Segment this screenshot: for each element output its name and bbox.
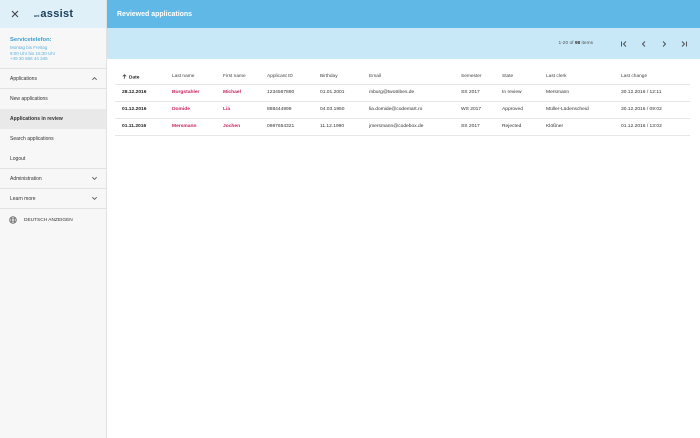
- cell-date: 28.12.2016: [115, 83, 165, 101]
- column-header-last-change[interactable]: Last change: [614, 70, 690, 84]
- next-page-button[interactable]: [659, 39, 669, 49]
- table-header-row: Date Last name First name Applicant ID B…: [115, 70, 690, 84]
- table-row[interactable]: 28.12.2016 Burgstahler Michael 123456789…: [115, 83, 690, 101]
- column-header-last-clerk[interactable]: Last clerk: [539, 70, 614, 84]
- cell-applicant-id: 0987654321: [260, 117, 313, 136]
- cell-birthday: 01.01.2001: [313, 83, 362, 101]
- nav-item-label: Applications in review: [10, 116, 63, 122]
- pagination-range: 1-20: [558, 41, 569, 46]
- cell-birthday: 04.03.1950: [313, 100, 362, 118]
- service-phone[interactable]: +49 30 666 44 345: [10, 56, 106, 62]
- prev-page-button[interactable]: [639, 39, 649, 49]
- language-switch-label: DEUTSCH ANZEIGEN: [24, 217, 73, 223]
- cell-last-clerk: Klößner: [539, 117, 614, 136]
- pagination-info: 1-20 of 98 items: [559, 41, 593, 46]
- nav-group-administration-label: Administration: [10, 175, 42, 182]
- column-header-state[interactable]: State: [495, 70, 539, 84]
- column-header-label: Date: [129, 75, 140, 80]
- nav-item-label: New applications: [10, 96, 48, 102]
- chevron-down-icon: [90, 195, 98, 203]
- cell-first-name[interactable]: Lia: [216, 100, 260, 118]
- nav-item-new-applications[interactable]: New applications: [0, 89, 106, 109]
- close-icon[interactable]: [10, 9, 20, 19]
- column-header-email[interactable]: Email: [362, 70, 454, 84]
- logo-main: assist: [40, 7, 74, 20]
- nav-item-label: Search applications: [10, 136, 54, 142]
- cell-date: 01.11.2016: [115, 117, 165, 136]
- nav-item-applications-in-review[interactable]: Applications in review: [0, 109, 106, 129]
- column-header-last-name[interactable]: Last name: [165, 70, 216, 84]
- table-row[interactable]: 01.11.2016 Mersmann Jochen 0987654321 11…: [115, 117, 690, 136]
- cell-first-name[interactable]: Michael: [216, 83, 260, 101]
- cell-date: 01.12.2016: [115, 100, 165, 118]
- service-title: Servicetelefon:: [10, 37, 52, 43]
- sidebar-header: uni assist: [0, 0, 106, 28]
- column-header-semester[interactable]: Semester: [454, 70, 495, 84]
- cell-last-change: 30.12.2016 / 12:11: [614, 83, 690, 101]
- cell-last-clerk: Müller-Lüdenscheid: [539, 100, 614, 118]
- pagination-bar: 1-20 of 98 items: [107, 28, 700, 59]
- page-title: Reviewed applications: [117, 10, 193, 18]
- nav-group-applications[interactable]: Applications: [0, 69, 106, 89]
- cell-semester: WS 2017: [454, 100, 495, 118]
- globe-icon: [9, 216, 17, 224]
- nav-group-administration[interactable]: Administration: [0, 169, 106, 189]
- cell-applicant-id: 1234567890: [260, 83, 313, 101]
- service-info: Servicetelefon: Montag bis Freitag 9:00 …: [0, 28, 106, 69]
- prev-page-icon: [641, 40, 646, 47]
- applications-table: Date Last name First name Applicant ID B…: [115, 70, 690, 136]
- column-header-first-name[interactable]: First name: [216, 70, 260, 84]
- cell-state: Rejected: [495, 117, 539, 136]
- nav-group-learn-more-label: Learn more: [10, 195, 36, 202]
- cell-semester: SS 2017: [454, 83, 495, 101]
- cell-email: jmersmann@codebox.de: [362, 117, 454, 136]
- cell-birthday: 11.12.1990: [313, 117, 362, 136]
- column-header-date[interactable]: Date: [115, 70, 165, 84]
- nav-item-search-applications[interactable]: Search applications: [0, 129, 106, 149]
- table-row[interactable]: 01.12.2016 Domide Lia 888444999 04.03.19…: [115, 100, 690, 118]
- column-header-applicant-id[interactable]: Applicant ID: [260, 70, 313, 84]
- cell-last-clerk: Mersmann: [539, 83, 614, 101]
- nav-item-label: Logout: [10, 155, 26, 162]
- top-bar: Reviewed applications: [107, 0, 700, 28]
- cell-first-name[interactable]: Jochen: [216, 117, 260, 136]
- cell-last-name[interactable]: Domide: [165, 100, 216, 118]
- cell-last-change: 30.12.2016 / 09:02: [614, 100, 690, 118]
- cell-email: mburg@twotribes.de: [362, 83, 454, 101]
- first-page-button[interactable]: [619, 39, 629, 49]
- column-header-birthday[interactable]: Birthday: [313, 70, 362, 84]
- next-page-icon: [662, 40, 667, 47]
- pagination-items-label: items: [581, 41, 593, 46]
- pagination-of: of: [569, 41, 574, 46]
- sidebar: uni assist Servicetelefon: Montag bis Fr…: [0, 0, 107, 438]
- cell-email: lia.domide@codemart.ro: [362, 100, 454, 118]
- cell-last-name[interactable]: Burgstahler: [165, 83, 216, 101]
- cell-semester: SS 2017: [454, 117, 495, 136]
- chevron-down-icon: [90, 175, 98, 183]
- nav-group-applications-label: Applications: [10, 75, 37, 82]
- cell-applicant-id: 888444999: [260, 100, 313, 118]
- arrow-up-icon: [122, 73, 127, 79]
- logo: uni assist: [34, 7, 74, 20]
- nav-group-learn-more[interactable]: Learn more: [0, 189, 106, 209]
- language-switch[interactable]: DEUTSCH ANZEIGEN: [0, 209, 106, 231]
- chevron-up-icon: [90, 75, 98, 83]
- nav-item-logout[interactable]: Logout: [0, 149, 106, 169]
- last-page-button[interactable]: [679, 39, 689, 49]
- pagination-total: 98: [574, 41, 581, 46]
- cell-last-change: 01.12.2016 / 13:02: [614, 117, 690, 136]
- cell-last-name[interactable]: Mersmann: [165, 117, 216, 136]
- logo-prefix: uni: [34, 13, 40, 18]
- last-page-icon: [681, 40, 687, 47]
- cell-state: In review: [495, 83, 539, 101]
- first-page-icon: [621, 40, 627, 47]
- cell-state: Approved: [495, 100, 539, 118]
